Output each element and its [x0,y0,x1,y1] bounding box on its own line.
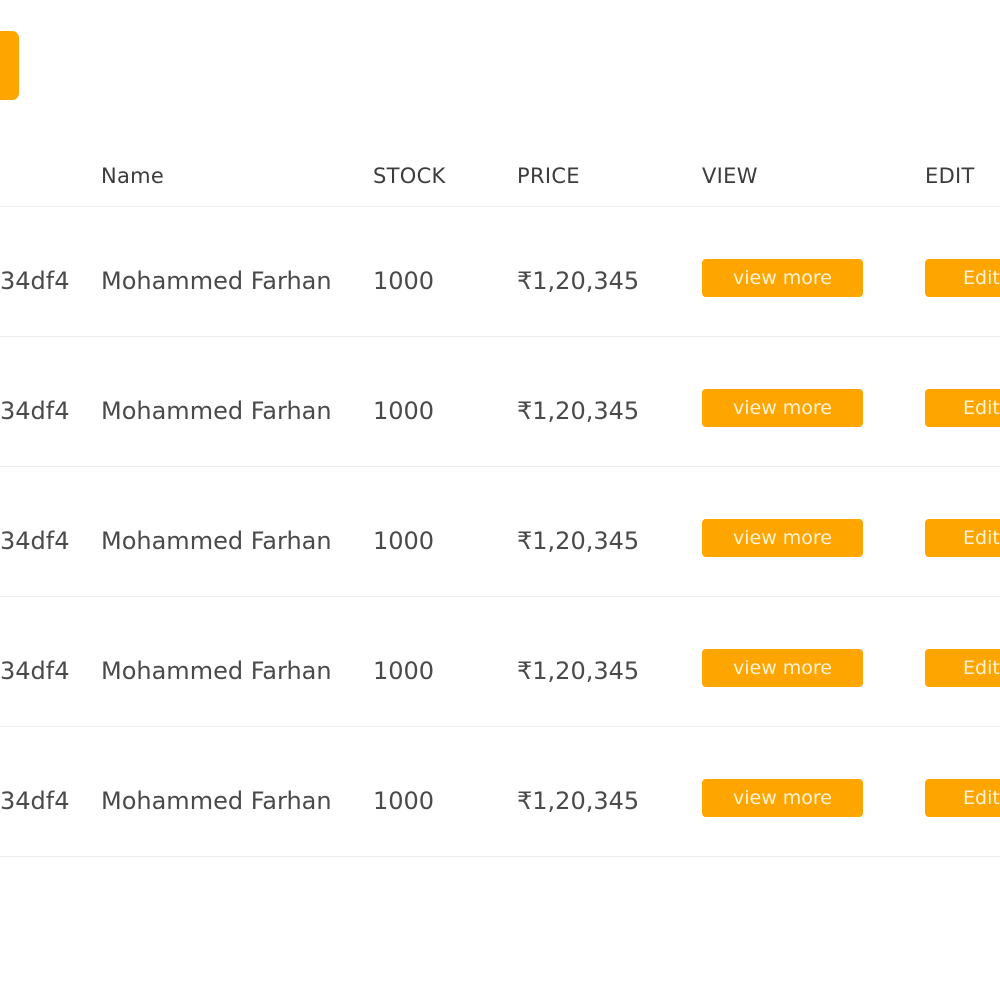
header-view: VIEW [702,164,758,188]
table-row: 34df4 Mohammed Farhan 1000 ₹1,20,345 vie… [0,467,1000,597]
row-id: 34df4 [0,657,70,685]
header-edit: EDIT [925,164,975,188]
row-name: Mohammed Farhan [101,657,332,685]
row-id: 34df4 [0,527,70,555]
row-stock: 1000 [373,527,435,555]
row-stock: 1000 [373,787,435,815]
row-price: ₹1,20,345 [517,657,640,685]
row-stock: 1000 [373,397,435,425]
row-price: ₹1,20,345 [517,787,640,815]
header-stock: STOCK [373,164,446,188]
table-header: Name STOCK PRICE VIEW EDIT [0,146,1000,207]
row-stock: 1000 [373,267,435,295]
row-id: 34df4 [0,787,70,815]
row-stock: 1000 [373,657,435,685]
view-more-button[interactable]: view more [702,259,863,297]
edit-button[interactable]: Edit [925,519,1000,557]
row-name: Mohammed Farhan [101,397,332,425]
row-price: ₹1,20,345 [517,267,640,295]
top-action-button[interactable] [0,31,19,100]
row-price: ₹1,20,345 [517,527,640,555]
row-name: Mohammed Farhan [101,787,332,815]
edit-button[interactable]: Edit [925,259,1000,297]
row-price: ₹1,20,345 [517,397,640,425]
edit-button[interactable]: Edit [925,779,1000,817]
header-name: Name [101,164,165,188]
view-more-button[interactable]: view more [702,779,863,817]
table-row: 34df4 Mohammed Farhan 1000 ₹1,20,345 vie… [0,727,1000,857]
table-row: 34df4 Mohammed Farhan 1000 ₹1,20,345 vie… [0,207,1000,337]
row-id: 34df4 [0,397,70,425]
view-more-button[interactable]: view more [702,649,863,687]
table-row: 34df4 Mohammed Farhan 1000 ₹1,20,345 vie… [0,597,1000,727]
row-name: Mohammed Farhan [101,527,332,555]
row-name: Mohammed Farhan [101,267,332,295]
row-id: 34df4 [0,267,70,295]
edit-button[interactable]: Edit [925,649,1000,687]
products-table: Name STOCK PRICE VIEW EDIT 34df4 Mohamme… [0,146,1000,857]
view-more-button[interactable]: view more [702,389,863,427]
view-more-button[interactable]: view more [702,519,863,557]
header-price: PRICE [517,164,580,188]
edit-button[interactable]: Edit [925,389,1000,427]
table-row: 34df4 Mohammed Farhan 1000 ₹1,20,345 vie… [0,337,1000,467]
